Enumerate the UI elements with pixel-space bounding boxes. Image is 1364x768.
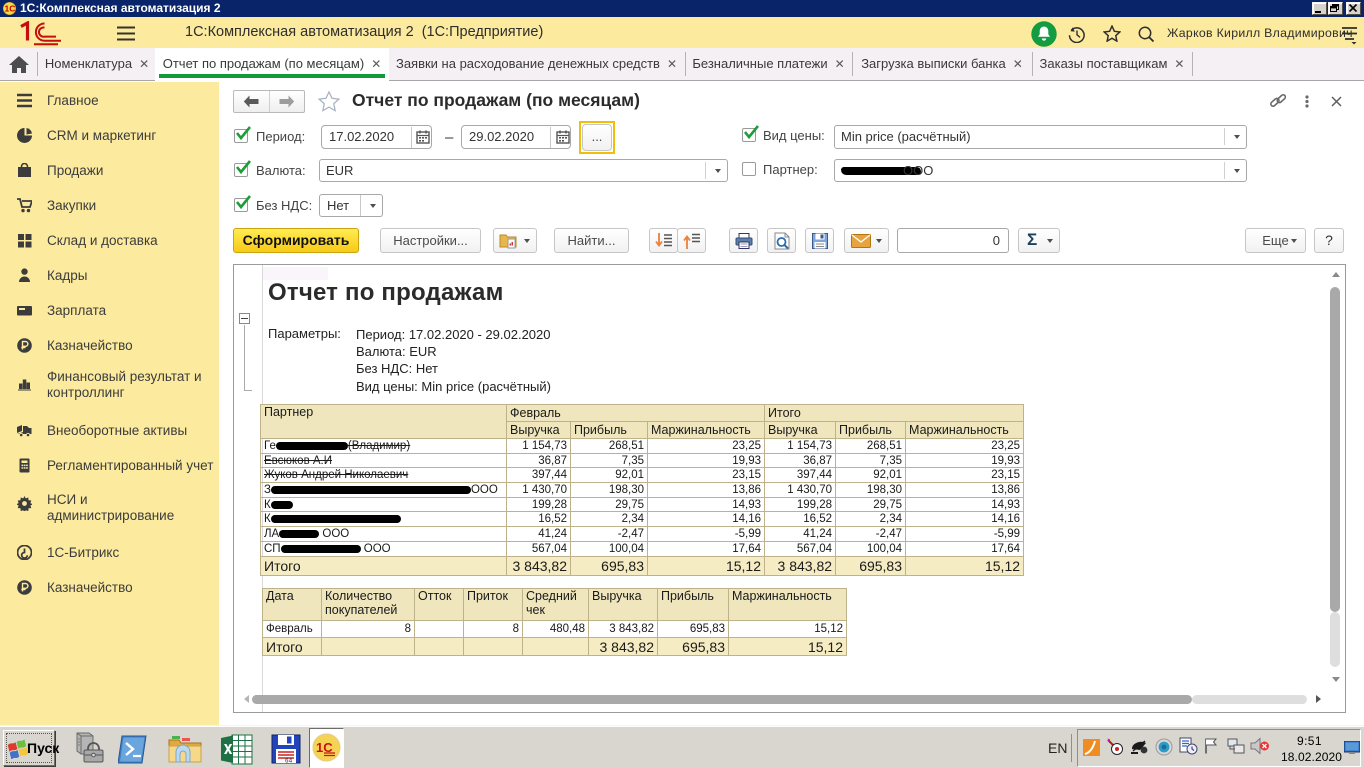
svg-text:64: 64 (285, 758, 293, 765)
svg-text:1С: 1С (5, 4, 16, 14)
